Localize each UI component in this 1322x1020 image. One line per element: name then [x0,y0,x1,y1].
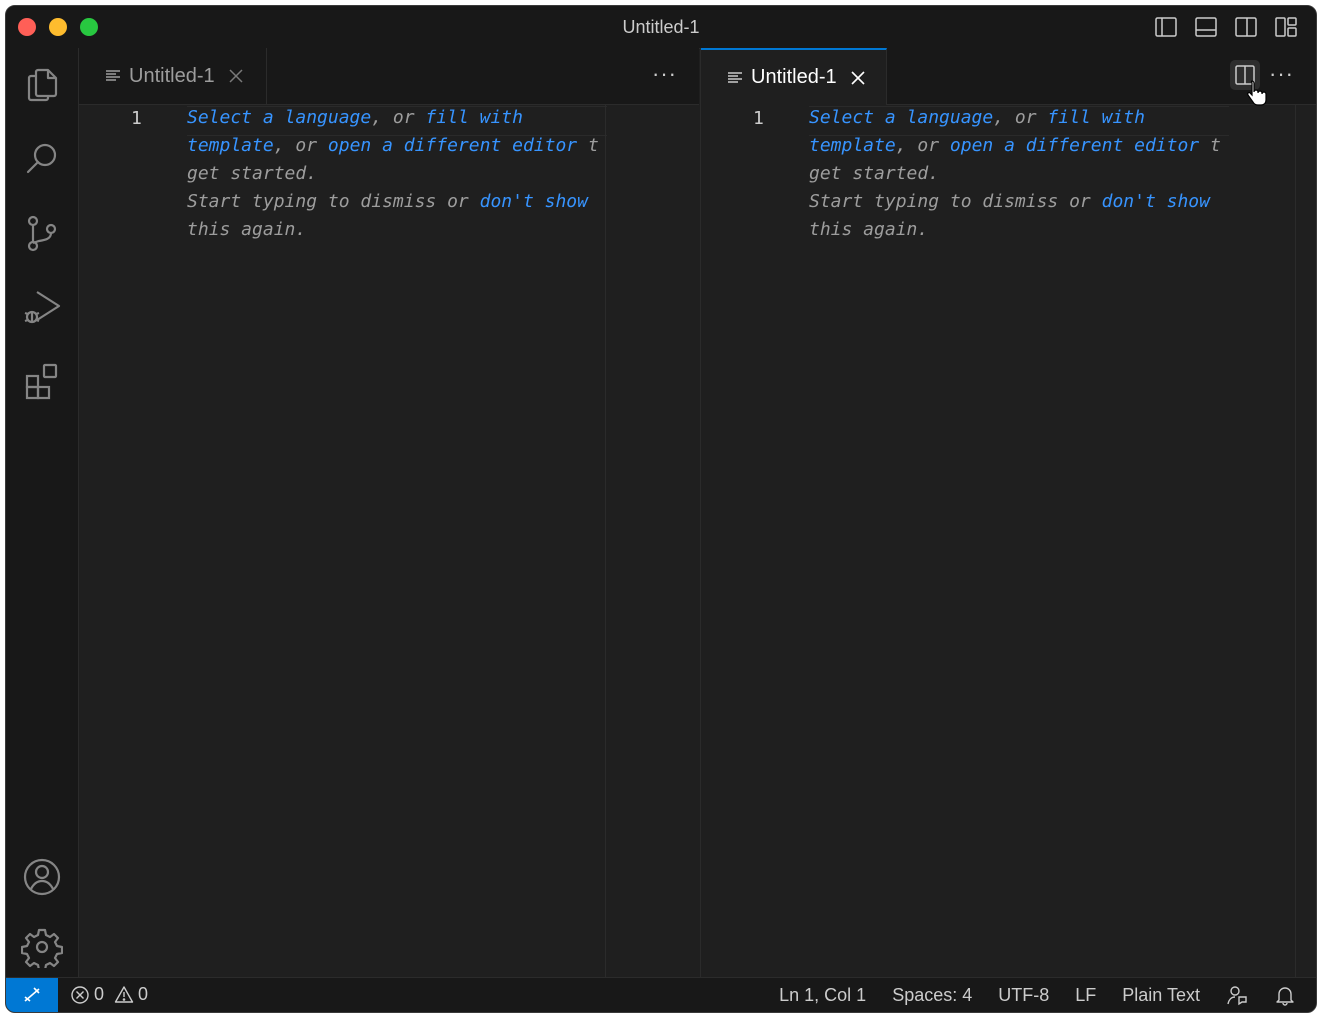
end-of-line-setting[interactable]: LF [1075,985,1096,1006]
remote-indicator-button[interactable] [6,978,58,1012]
editor-text-area-left[interactable]: 1 Select a language, or fill with templa… [79,104,699,978]
search-icon[interactable] [21,138,63,180]
warning-count: 0 [138,984,149,1004]
customize-layout-icon[interactable] [1274,15,1298,39]
close-tab-icon[interactable] [229,69,243,83]
fill-template-link[interactable]: fill with [425,107,523,128]
vertical-scrollbar[interactable] [605,104,626,978]
open-different-editor-link[interactable]: open a different editor [328,135,577,156]
remote-icon [24,987,40,1002]
text-file-icon [728,71,742,83]
settings-gear-icon[interactable] [20,926,64,972]
explorer-icon[interactable] [21,64,63,106]
tab-label: Untitled-1 [129,64,215,87]
title-bar: Untitled-1 [6,6,1316,49]
fill-template-link[interactable]: fill with [1047,107,1145,128]
notifications-bell-icon[interactable] [1274,984,1296,1006]
dont-show-again-link[interactable]: don't show [480,191,588,212]
toggle-panel-icon[interactable] [1194,15,1218,39]
run-and-debug-icon[interactable] [21,286,63,328]
toggle-primary-sidebar-icon[interactable] [1154,15,1178,39]
tab-label: Untitled-1 [751,66,837,88]
error-count: 0 [94,984,105,1004]
accounts-icon[interactable] [21,856,63,898]
fill-template-link-cont[interactable]: template [809,135,896,156]
tab-bar-left: Untitled-1 ··· [79,48,699,105]
warning-icon [114,985,134,1003]
encoding-setting[interactable]: UTF-8 [998,985,1049,1006]
line-number: 1 [753,108,764,129]
source-control-icon[interactable] [21,212,63,254]
activity-bar [6,48,79,978]
close-tab-icon[interactable] [851,70,865,85]
vertical-scrollbar[interactable] [1295,104,1316,978]
live-share-icon[interactable] [1226,984,1248,1006]
open-different-editor-link[interactable]: open a different editor [950,135,1199,156]
error-icon [71,985,89,1004]
editor-group-right: Untitled-1 ··· 1 Select a language, or f… [700,48,1316,978]
text-file-icon [106,70,120,81]
layout-controls [1154,15,1298,39]
status-bar: 0 0 Ln 1, Col 1 Spaces: 4 UTF-8 LF Plain… [6,977,1316,1012]
problems-indicator[interactable]: 0 0 [70,984,148,1005]
dont-show-again-link[interactable]: don't show [1102,191,1210,212]
line-number: 1 [131,108,142,129]
empty-editor-hint: Select a language, or fill with template… [187,107,599,240]
extensions-icon[interactable] [21,360,63,402]
tab-untitled-1-left[interactable]: Untitled-1 [79,48,267,104]
fill-template-link-cont[interactable]: template [187,135,274,156]
editor-text-area-right[interactable]: 1 Select a language, or fill with templa… [701,104,1316,978]
status-bar-right: Ln 1, Col 1 Spaces: 4 UTF-8 LF Plain Tex… [779,984,1296,1006]
window-title: Untitled-1 [622,17,700,37]
vscode-window: Untitled-1 Untitled-1 ··· 1 Select a lan… [5,5,1317,1013]
toggle-secondary-sidebar-icon[interactable] [1234,15,1258,39]
indentation-setting[interactable]: Spaces: 4 [892,985,972,1006]
select-language-link[interactable]: Select a language [187,107,371,128]
empty-editor-hint: Select a language, or fill with template… [809,107,1221,240]
cursor-position[interactable]: Ln 1, Col 1 [779,985,866,1006]
editor-group-left: Untitled-1 ··· 1 Select a language, or f… [79,48,699,978]
tab-untitled-1-right[interactable]: Untitled-1 [701,48,887,105]
language-mode[interactable]: Plain Text [1122,985,1200,1006]
tab-bar-right: Untitled-1 ··· [701,48,1316,106]
select-language-link[interactable]: Select a language [809,107,993,128]
